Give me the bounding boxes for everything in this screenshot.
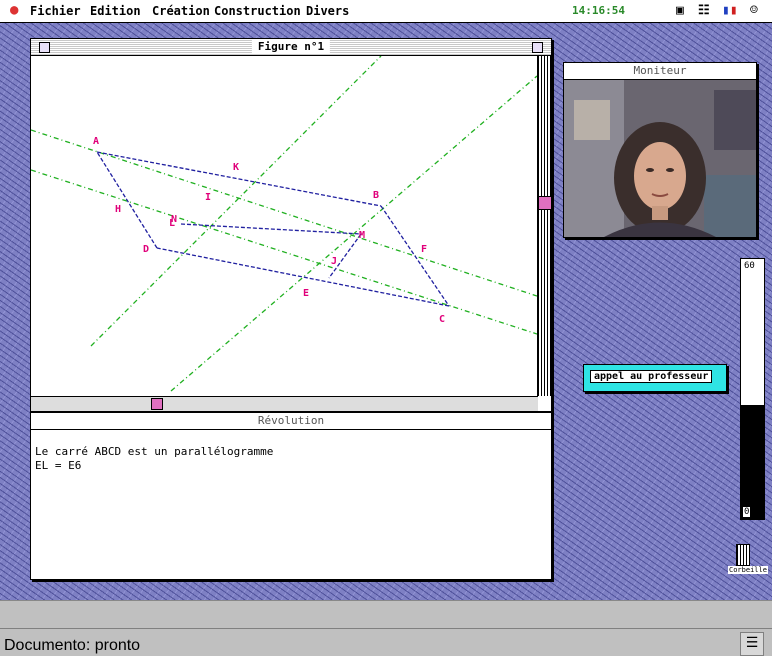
point-m: M xyxy=(359,230,365,241)
flag-icon[interactable]: ▮▮ xyxy=(722,3,738,18)
menu-construction[interactable]: Construction xyxy=(214,4,301,18)
application-menu-icon[interactable]: ▣ xyxy=(676,3,684,18)
line-green-2 xyxy=(31,169,537,335)
point-j: J xyxy=(331,256,337,267)
revolution-line: Le carré ABCD est un parallélogramme xyxy=(35,445,274,458)
horizontal-scrollbar[interactable] xyxy=(31,396,538,411)
moniteur-title: Moniteur xyxy=(627,64,693,77)
point-f: F xyxy=(421,244,427,255)
revolution-title: Révolution xyxy=(251,414,331,427)
point-e: E xyxy=(303,288,309,299)
trash-can-icon xyxy=(736,544,750,566)
revolution-line: EL = E6 xyxy=(35,459,82,472)
status-message: Documento: pronto xyxy=(4,637,141,654)
moniteur-title-bar[interactable]: Moniteur xyxy=(564,63,756,80)
point-n: N xyxy=(171,214,177,225)
figure-title: Figure n°1 xyxy=(251,40,331,53)
line-green-1 xyxy=(31,129,537,297)
menu-bar: ● Fichier Edition Création Construction … xyxy=(0,0,772,23)
geometry-canvas[interactable]: A B C D E F H I J K L M N xyxy=(31,56,537,396)
menu-creation[interactable]: Création xyxy=(152,4,210,18)
vertical-scroll-thumb[interactable] xyxy=(538,196,552,210)
point-k: K xyxy=(233,162,239,173)
close-box-icon[interactable] xyxy=(39,42,50,53)
segment-da xyxy=(96,151,158,249)
trash-icon[interactable]: Corbeille xyxy=(728,544,768,574)
segment-nm xyxy=(180,223,362,235)
menu-fichier[interactable]: Fichier xyxy=(30,4,81,18)
apple-menu-icon[interactable]: ● xyxy=(10,2,18,18)
point-b: B xyxy=(373,190,379,201)
status-bar: Documento: pronto ☰ xyxy=(0,628,772,656)
point-a: A xyxy=(93,136,99,147)
figure-window: Figure n°1 A B C D E F H I J K L M N xyxy=(30,38,552,412)
call-teacher-button[interactable]: appel au professeur xyxy=(583,364,727,392)
revolution-window: Révolution Le carré ABCD est un parallél… xyxy=(30,412,552,580)
point-c: C xyxy=(439,314,445,325)
menu-divers[interactable]: Divers xyxy=(306,4,349,18)
level-meter-max: 60 xyxy=(743,261,756,271)
menu-edition[interactable]: Edition xyxy=(90,4,141,18)
segment-bc xyxy=(380,205,450,307)
document-status-icon[interactable]: ☰ xyxy=(740,632,764,656)
vertical-scrollbar[interactable] xyxy=(537,56,552,396)
finder-icon[interactable]: ☺ xyxy=(750,3,758,18)
call-teacher-label: appel au professeur xyxy=(590,370,713,383)
figure-title-bar[interactable]: Figure n°1 xyxy=(31,39,551,56)
level-meter-fill xyxy=(741,404,764,519)
line-green-3 xyxy=(90,56,382,347)
point-d: D xyxy=(143,244,149,255)
revolution-text[interactable]: Le carré ABCD est un parallélogramme EL =… xyxy=(35,445,273,473)
level-meter[interactable]: 60 0 xyxy=(740,258,765,520)
horizontal-scroll-thumb[interactable] xyxy=(151,398,163,410)
webcam-video xyxy=(564,80,756,237)
trash-label: Corbeille xyxy=(728,566,768,574)
menu-clock: 14:16:54 xyxy=(572,4,625,17)
moniteur-window: Moniteur xyxy=(563,62,757,238)
browser-toolbar xyxy=(0,600,772,623)
zoom-box-icon[interactable] xyxy=(532,42,543,53)
revolution-title-bar[interactable]: Révolution xyxy=(31,413,551,430)
level-meter-min: 0 xyxy=(743,507,751,517)
point-i: I xyxy=(205,192,211,203)
keyboard-icon[interactable]: ☷ xyxy=(698,3,710,18)
point-h: H xyxy=(115,204,121,215)
